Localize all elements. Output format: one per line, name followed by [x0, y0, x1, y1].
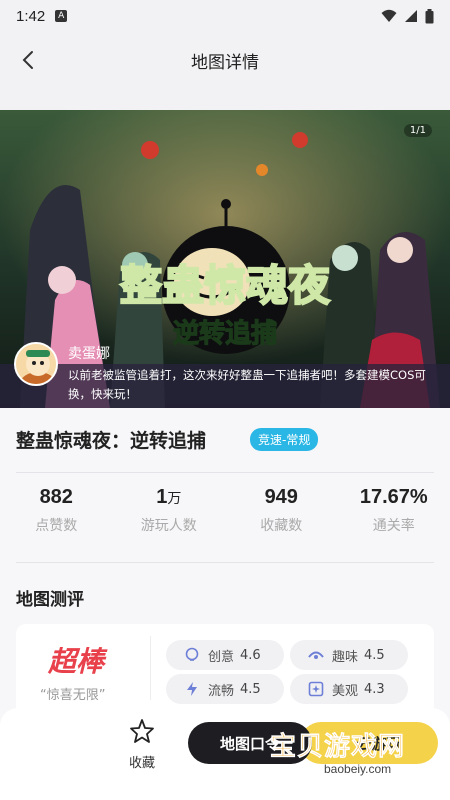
- gamepad-icon: [306, 648, 326, 662]
- stat-favorites: 949 收藏数: [260, 486, 303, 534]
- sparkle-icon: [306, 681, 326, 697]
- star-icon: [130, 719, 154, 743]
- metric-fun: 趣味 4.5: [290, 640, 408, 670]
- metric-creativity: 创意 4.6: [166, 640, 284, 670]
- wifi-icon: [381, 9, 397, 22]
- review-section-title: 地图测评: [16, 590, 84, 610]
- banner-art-subtitle: 逆转追捕: [173, 318, 277, 349]
- watermark-text: 宝贝游戏网: [270, 732, 406, 763]
- stats-row: 882 点赞数 1万 游玩人数 949 收藏数 17.67% 通关率: [0, 486, 450, 546]
- stat-players: 1万 游玩人数: [140, 486, 197, 534]
- lightning-icon: [182, 681, 202, 697]
- author-name[interactable]: 卖蛋娜: [68, 343, 110, 363]
- rating-word: 超棒: [48, 645, 105, 678]
- author-avatar[interactable]: [14, 342, 58, 386]
- divider: [16, 472, 434, 473]
- metric-smoothness: 流畅 4.5: [166, 674, 284, 704]
- favorite-label: 收藏: [128, 756, 155, 771]
- rating-quote: “惊喜无限”: [40, 688, 106, 703]
- map-banner[interactable]: 整蛊惊魂夜 逆转追捕 1/1 卖蛋娜 以前老被监管追着打，这次来好好整蛊一下追捕…: [0, 110, 450, 408]
- status-time: 1:42: [16, 7, 46, 25]
- watermark-url: baobeiy.com: [324, 762, 392, 776]
- review-divider: [150, 636, 151, 700]
- map-title: 整蛊惊魂夜：逆转追捕: [16, 430, 207, 452]
- chevron-left-icon[interactable]: [14, 46, 42, 74]
- battery-icon: [425, 8, 434, 23]
- stat-clear-rate: 17.67% 通关率: [359, 486, 428, 534]
- favorite-button[interactable]: 收藏: [116, 718, 168, 771]
- stat-likes: 882 点赞数: [35, 486, 78, 534]
- top-nav: 地图详情: [0, 32, 450, 88]
- page-title: 地图详情: [191, 52, 259, 73]
- signal-icon: [405, 10, 417, 22]
- lightbulb-icon: [182, 647, 202, 663]
- mode-tag: 竞速-常规: [250, 428, 319, 451]
- divider: [16, 562, 434, 563]
- map-description: 以前老被监管追着打，这次来好好整蛊一下追捕者吧！多套建模COS可换，快来玩！: [68, 368, 426, 401]
- metric-aesthetics: 美观 4.3: [290, 674, 408, 704]
- status-bar: 1:42 A: [0, 0, 450, 32]
- a-icon: A: [55, 10, 68, 22]
- banner-art-title: 整蛊惊魂夜: [120, 261, 331, 310]
- image-counter: 1/1: [403, 124, 432, 137]
- avatar-image: [16, 344, 56, 384]
